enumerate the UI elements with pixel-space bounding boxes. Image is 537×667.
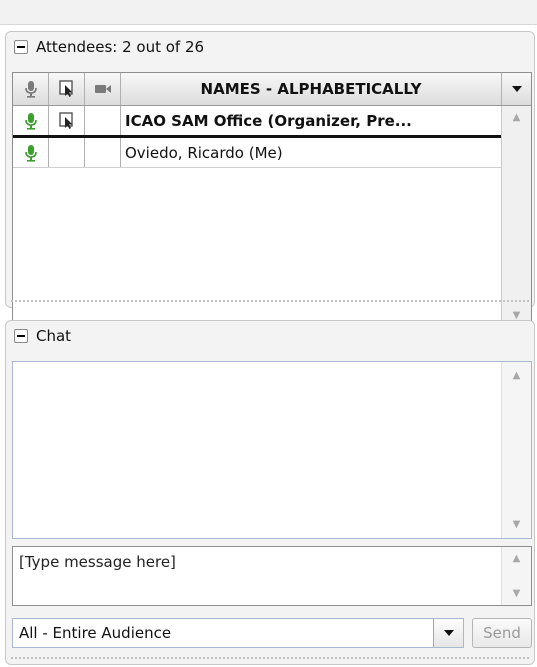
attendee-mic-cell[interactable] xyxy=(13,138,49,167)
attendee-video-cell xyxy=(85,106,121,135)
panel-resize-handle[interactable] xyxy=(10,299,530,304)
panel-resize-handle[interactable] xyxy=(10,656,530,661)
attendees-title: Attendees: 2 out of 26 xyxy=(36,38,205,56)
attendee-name: Oviedo, Ricardo (Me) xyxy=(125,143,283,162)
attendees-list: NAMES - ALPHABETICALLY ICAO SAM Office (… xyxy=(12,72,532,328)
presenter-icon xyxy=(58,80,73,97)
attendee-presenter-cell[interactable] xyxy=(49,106,85,135)
attendee-presenter-cell xyxy=(49,138,85,167)
mic-column-header[interactable] xyxy=(13,73,49,105)
scroll-down-icon[interactable]: ▼ xyxy=(502,519,531,530)
attendees-list-header: NAMES - ALPHABETICALLY xyxy=(13,73,531,106)
video-camera-icon xyxy=(94,85,111,93)
attendee-mic-cell[interactable] xyxy=(13,106,49,135)
audience-value: All - Entire Audience xyxy=(19,624,172,642)
chat-input-scrollbar[interactable]: ▲ ▼ xyxy=(501,547,531,605)
mic-active-icon xyxy=(24,112,37,130)
scroll-up-icon[interactable]: ▲ xyxy=(502,553,531,564)
chat-history[interactable]: ▲ ▼ xyxy=(12,361,532,539)
video-column-header[interactable] xyxy=(85,73,121,105)
mic-active-icon xyxy=(24,144,37,162)
attendee-video-cell xyxy=(85,138,121,167)
chat-message-input[interactable]: [Type message here] ▲ ▼ xyxy=(12,546,532,606)
mic-icon xyxy=(24,81,37,98)
sort-dropdown-button[interactable] xyxy=(501,73,531,105)
collapse-chat-button[interactable] xyxy=(14,329,28,343)
chat-title: Chat xyxy=(36,327,72,345)
chat-header[interactable]: Chat xyxy=(14,325,71,347)
attendees-panel: Attendees: 2 out of 26 NAMES - ALPHABETI… xyxy=(5,31,535,328)
scroll-up-icon[interactable]: ▲ xyxy=(502,112,531,123)
chevron-down-icon xyxy=(443,630,454,636)
presenter-column-header[interactable] xyxy=(49,73,85,105)
attendees-scrollbar[interactable]: ▲ ▼ xyxy=(501,106,531,327)
chat-panel: Chat ▲ ▼ [Type message here] ▲ ▼ All - E… xyxy=(5,320,535,665)
attendees-header[interactable]: Attendees: 2 out of 26 xyxy=(14,36,204,58)
attendee-name: ICAO SAM Office (Organizer, Pre... xyxy=(125,111,412,130)
attendee-row-me[interactable]: Oviedo, Ricardo (Me) xyxy=(13,138,501,168)
top-strip xyxy=(0,0,537,25)
names-sort-header[interactable]: NAMES - ALPHABETICALLY xyxy=(121,73,501,105)
attendee-row-organizer[interactable]: ICAO SAM Office (Organizer, Pre... xyxy=(13,106,501,138)
chat-input-placeholder: [Type message here] xyxy=(19,553,176,571)
send-button[interactable]: Send xyxy=(472,618,532,648)
audience-select[interactable]: All - Entire Audience xyxy=(12,618,464,648)
scroll-up-icon[interactable]: ▲ xyxy=(502,370,531,381)
chat-history-scrollbar[interactable]: ▲ ▼ xyxy=(501,362,531,538)
collapse-attendees-button[interactable] xyxy=(14,40,28,54)
audience-dropdown-button[interactable] xyxy=(433,619,463,647)
presenter-icon xyxy=(58,111,73,129)
scroll-down-icon[interactable]: ▼ xyxy=(502,588,531,599)
chevron-down-icon xyxy=(511,86,522,92)
